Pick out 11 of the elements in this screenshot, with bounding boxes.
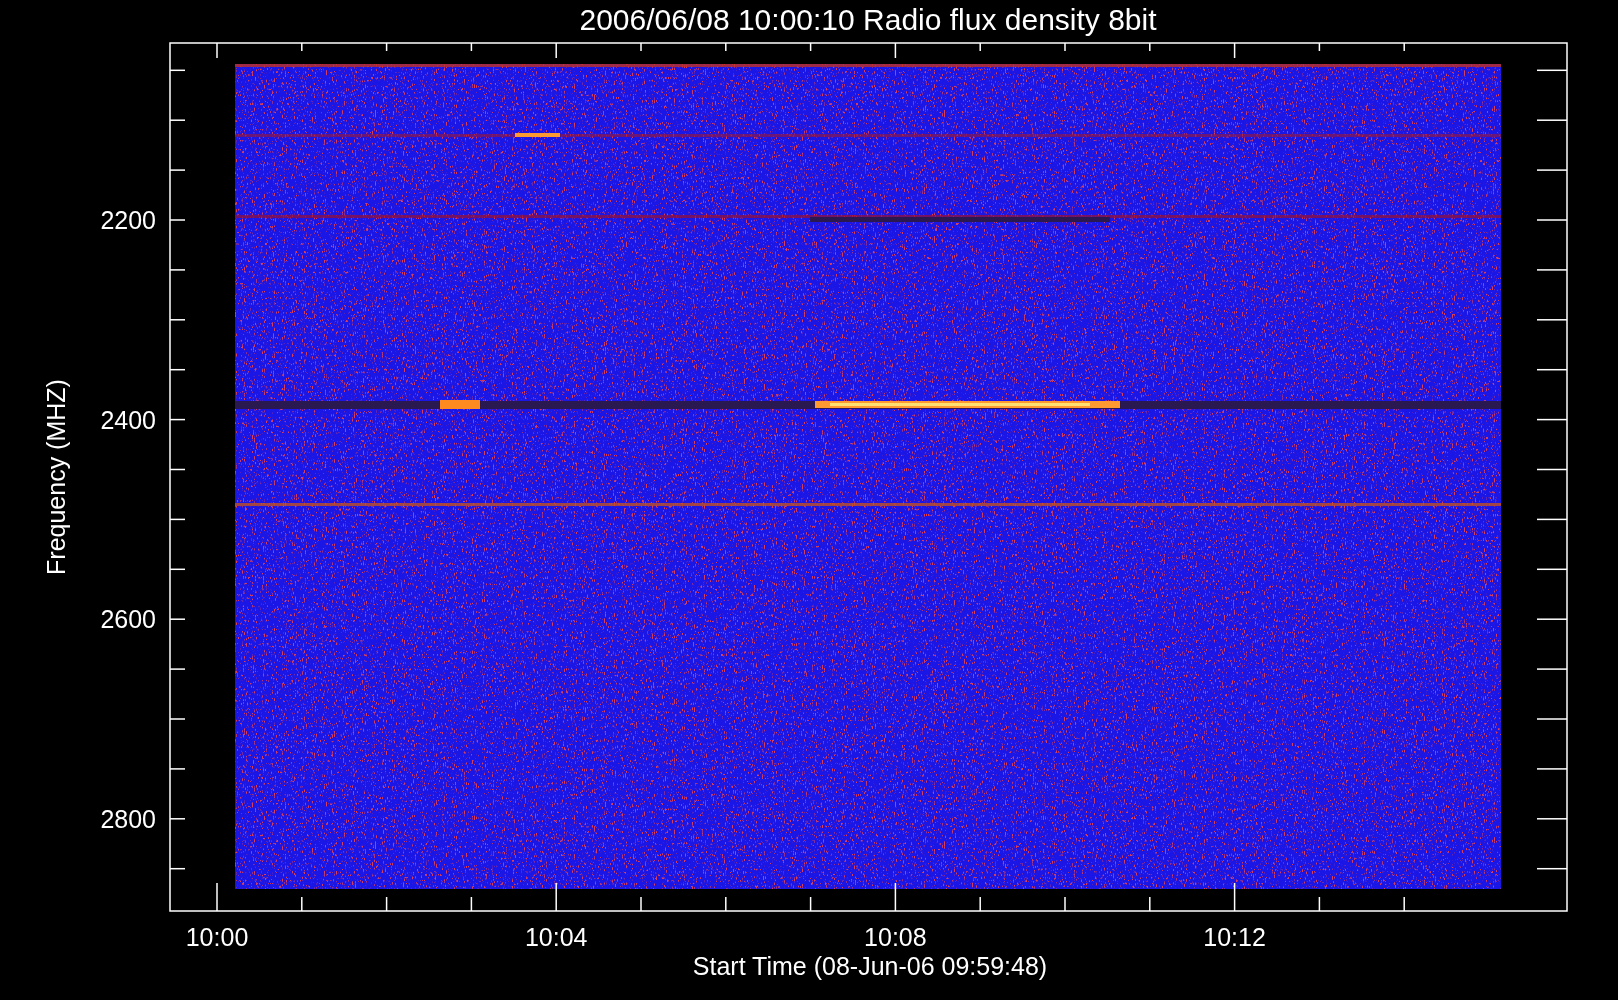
y-tick-label: 2600 — [100, 605, 156, 634]
x-tick-label: 10:08 — [864, 923, 927, 951]
x-tick-label: 10:04 — [524, 923, 588, 951]
plot-title: 2006/06/08 10:00:10 Radio flux density 8bit — [579, 3, 1157, 36]
y-tick-label: 2400 — [100, 405, 156, 434]
y-tick-label: 2200 — [100, 206, 156, 234]
y-tick-label: 2800 — [100, 804, 156, 833]
x-axis-label: Start Time (08-Jun-06 09:59:48) — [692, 952, 1048, 980]
y-axis-label: Frequency (MHZ) — [42, 379, 70, 575]
x-tick-label: 10:12 — [1203, 923, 1266, 951]
x-tick-label: 10:00 — [185, 923, 249, 951]
